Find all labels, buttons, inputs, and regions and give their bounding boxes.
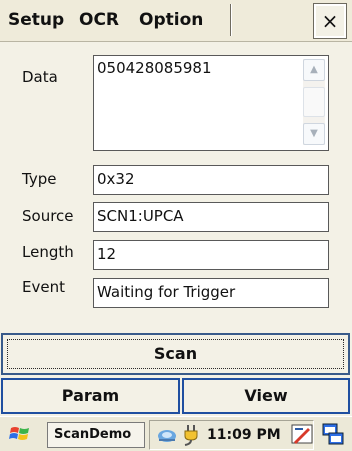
source-label: Source — [22, 207, 74, 225]
windows-switch-icon[interactable] — [322, 423, 344, 445]
scandemo-task-button[interactable]: ScanDemo — [47, 422, 145, 448]
event-field[interactable]: Waiting for Trigger — [93, 278, 329, 308]
power-plug-icon[interactable] — [181, 423, 201, 447]
menu-ocr[interactable]: OCR — [79, 10, 119, 30]
scan-button[interactable]: Scan — [1, 333, 350, 375]
menu-option[interactable]: Option — [139, 10, 203, 30]
network-icon[interactable] — [156, 426, 178, 446]
source-field[interactable]: SCN1:UPCA — [93, 202, 329, 232]
type-label: Type — [22, 170, 57, 188]
view-button[interactable]: View — [182, 378, 350, 414]
menubar: Setup OCR Option × — [0, 0, 352, 42]
length-label: Length — [22, 243, 74, 261]
menu-setup[interactable]: Setup — [8, 10, 64, 30]
close-button[interactable]: × — [313, 3, 347, 39]
menu-divider — [230, 4, 232, 36]
length-field[interactable]: 12 — [93, 240, 329, 270]
data-label: Data — [22, 68, 58, 86]
param-button[interactable]: Param — [1, 378, 180, 414]
scroll-down-icon[interactable]: ▼ — [303, 123, 325, 145]
data-textarea[interactable]: 050428085981 ▲ ▼ — [93, 55, 329, 151]
scroll-up-icon[interactable]: ▲ — [303, 59, 325, 81]
scroll-thumb[interactable] — [303, 87, 325, 117]
taskbar: ScanDemo 11:09 PM — [0, 416, 352, 451]
start-flag-icon[interactable] — [8, 422, 32, 446]
system-tray: 11:09 PM — [149, 420, 314, 450]
data-scrollbar[interactable]: ▲ ▼ — [303, 59, 325, 145]
data-value: 050428085981 — [97, 59, 212, 77]
clock[interactable]: 11:09 PM — [207, 427, 281, 443]
edit-icon[interactable] — [291, 423, 313, 445]
event-label: Event — [22, 278, 65, 296]
type-field[interactable]: 0x32 — [93, 165, 329, 195]
